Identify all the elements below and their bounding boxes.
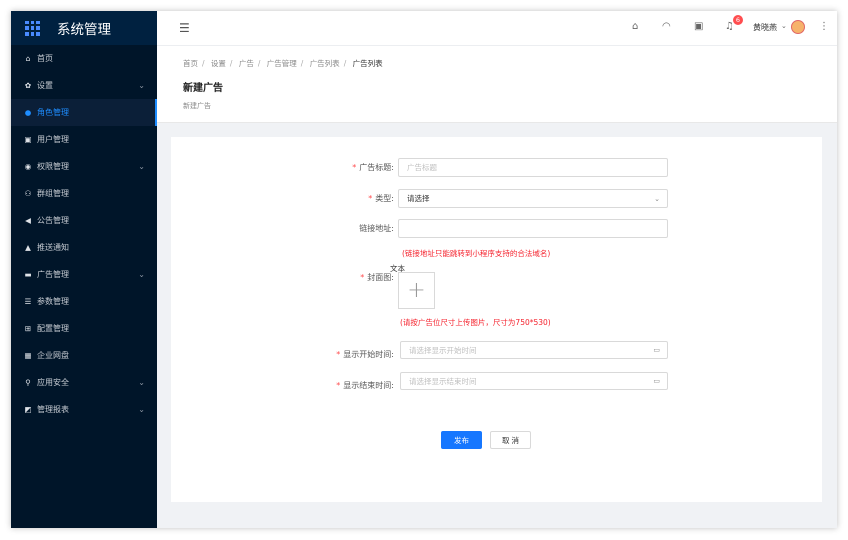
users-icon: ⚇ <box>24 189 32 198</box>
sidebar-item-label: 应用安全 <box>37 378 69 387</box>
sidebar-item-label: 企业网盘 <box>37 351 69 360</box>
apps-icon[interactable]: ▣ <box>694 21 703 32</box>
chart-icon: ◩ <box>24 405 32 414</box>
chevron-down-icon: ⌄ <box>138 378 145 387</box>
form-card: * 广告标题: 广告标题 * 类型: 请选择 ⌄ 链接地址: (链接地址只能跳转到小… <box>171 137 822 502</box>
cover-upload-button[interactable]: + <box>398 272 435 309</box>
sidebar-item[interactable]: ⌂ 首页 <box>11 45 157 72</box>
cover-hint: (请按广告位尺寸上传图片，尺寸为750*530) <box>400 318 551 327</box>
sidebar-item[interactable]: ⊞ 配置管理 <box>11 315 157 342</box>
config-icon: ⊞ <box>24 324 32 333</box>
sidebar-item-label: 用户管理 <box>37 135 69 144</box>
page-title: 新建广告 <box>183 83 223 94</box>
start-time-label: * 显示开始时间: <box>336 350 394 359</box>
ad-icon: ▬ <box>24 270 32 279</box>
title-label: * 广告标题: <box>352 163 394 172</box>
calendar-icon: ▭ <box>653 377 660 385</box>
end-time-picker[interactable]: 请选择显示结束时间 ▭ <box>400 372 668 390</box>
list-icon: ☰ <box>24 297 32 306</box>
breadcrumb-item[interactable]: 广告管理 <box>267 59 297 68</box>
sidebar-item-label: 配置管理 <box>37 324 69 333</box>
chevron-down-icon: ⌄ <box>138 270 145 279</box>
calendar-icon: ▭ <box>653 346 660 354</box>
bell-icon: ▲ <box>25 243 31 252</box>
megaphone-icon: ◀ <box>25 216 31 225</box>
sidebar-item[interactable]: ▦ 企业网盘 <box>11 342 157 369</box>
type-label: * 类型: <box>368 194 394 203</box>
sidebar-item[interactable]: ⚇ 群组管理 <box>11 180 157 207</box>
shield-check-icon: ◉ <box>24 162 32 171</box>
app-window: 系统管理 ⌂ 首页 ✿ 设置 ⌄ ● 角色管理 ▣ 用户管理 ◉ 权限管理 ⌄ ⚇ 群组管理 ◀ 公告管理 ▲ 推… <box>11 11 837 528</box>
link-input[interactable] <box>398 219 668 238</box>
link-label: 链接地址: <box>359 224 394 233</box>
breadcrumb-item[interactable]: 设置 <box>211 59 226 68</box>
chevron-down-icon[interactable]: ⌄ <box>781 22 787 30</box>
sidebar-item-label: 角色管理 <box>37 108 69 117</box>
breadcrumb-item[interactable]: 首页 <box>183 59 198 68</box>
breadcrumb-item[interactable]: 广告 <box>239 59 254 68</box>
page-header: 首页 / 设置 / 广告 / 广告管理 / 广告列表 / 广告列表 新建广告 新建广告 <box>157 46 837 123</box>
headset-icon[interactable]: ◠ <box>662 21 671 32</box>
sidebar-item[interactable]: ▬ 广告管理 ⌄ <box>11 261 157 288</box>
cover-label: * 封面图: <box>360 273 394 282</box>
avatar[interactable] <box>791 20 805 34</box>
breadcrumb: 首页 / 设置 / 广告 / 广告管理 / 广告列表 / 广告列表 <box>183 59 383 68</box>
start-time-placeholder: 请选择显示开始时间 <box>409 345 477 355</box>
plus-icon: + <box>407 278 426 303</box>
sidebar-item-label: 首页 <box>37 54 53 63</box>
sidebar-item-label: 公告管理 <box>37 216 69 225</box>
sidebar-item-label: 推送通知 <box>37 243 69 252</box>
page-subtitle: 新建广告 <box>183 102 211 110</box>
app-title: 系统管理 <box>57 22 111 38</box>
username[interactable]: 黄晓燕 <box>753 22 777 33</box>
home-icon: ⌂ <box>25 54 31 63</box>
user-circle-icon: ● <box>24 108 32 117</box>
app-grid-icon <box>25 20 40 36</box>
chevron-down-icon: ⌄ <box>654 194 660 203</box>
cancel-button[interactable]: 取 消 <box>490 431 531 449</box>
sidebar-menu: ⌂ 首页 ✿ 设置 ⌄ ● 角色管理 ▣ 用户管理 ◉ 权限管理 ⌄ ⚇ 群组管理 ◀ 公告管理 ▲ 推送通知 ▬ 广… <box>11 45 157 423</box>
chevron-down-icon: ⌄ <box>138 162 145 171</box>
ad-title-input[interactable]: 广告标题 <box>398 158 668 177</box>
end-time-placeholder: 请选择显示结束时间 <box>409 376 477 386</box>
sidebar-item-label: 参数管理 <box>37 297 69 306</box>
more-vertical-icon[interactable]: ⋮ <box>819 21 829 32</box>
sidebar-item[interactable]: ✿ 设置 ⌄ <box>11 72 157 99</box>
breadcrumb-item[interactable]: 广告列表 <box>310 59 340 68</box>
chevron-down-icon: ⌄ <box>138 81 145 90</box>
home-icon[interactable]: ⌂ <box>632 21 638 32</box>
main-area: ☰ ⌂ ◠ ▣ ♫ 6 黄晓燕 ⌄ ⋮ 首页 / 设置 / 广告 / 广告管理 / 广告… <box>157 11 837 528</box>
notification-badge: 6 <box>733 15 743 25</box>
sidebar-item[interactable]: ▣ 用户管理 <box>11 126 157 153</box>
publish-button[interactable]: 发布 <box>441 431 482 449</box>
type-select-value: 请选择 <box>407 194 430 203</box>
type-select[interactable]: 请选择 ⌄ <box>398 189 668 208</box>
sidebar-item[interactable]: ◉ 权限管理 ⌄ <box>11 153 157 180</box>
id-card-icon: ▣ <box>24 135 32 144</box>
bell-icon[interactable]: ♫ <box>725 21 734 32</box>
sidebar-item[interactable]: ● 角色管理 <box>11 99 157 126</box>
sidebar-item[interactable]: ◩ 管理报表 ⌄ <box>11 396 157 423</box>
sidebar-item-label: 广告管理 <box>37 270 69 279</box>
menu-toggle-icon[interactable]: ☰ <box>179 21 190 35</box>
sidebar-item-label: 权限管理 <box>37 162 69 171</box>
start-time-picker[interactable]: 请选择显示开始时间 ▭ <box>400 341 668 359</box>
sidebar-item[interactable]: ◀ 公告管理 <box>11 207 157 234</box>
sidebar-item-label: 群组管理 <box>37 189 69 198</box>
link-hint: (链接地址只能跳转到小程序支持的合法域名) <box>402 249 551 258</box>
end-time-label: * 显示结束时间: <box>336 381 394 390</box>
gear-icon: ✿ <box>24 81 32 90</box>
topbar: ☰ ⌂ ◠ ▣ ♫ 6 黄晓燕 ⌄ ⋮ <box>157 11 837 46</box>
sidebar-item[interactable]: ⚲ 应用安全 ⌄ <box>11 369 157 396</box>
sidebar: 系统管理 ⌂ 首页 ✿ 设置 ⌄ ● 角色管理 ▣ 用户管理 ◉ 权限管理 ⌄ ⚇ 群组管理 ◀ 公告管理 ▲ 推… <box>11 11 157 528</box>
breadcrumb-current: 广告列表 <box>352 59 383 68</box>
sidebar-item-label: 设置 <box>37 81 53 90</box>
sidebar-item[interactable]: ▲ 推送通知 <box>11 234 157 261</box>
lock-icon: ⚲ <box>25 378 31 387</box>
sidebar-item[interactable]: ☰ 参数管理 <box>11 288 157 315</box>
sidebar-item-label: 管理报表 <box>37 405 69 414</box>
brand[interactable]: 系统管理 <box>11 11 157 45</box>
grid-icon: ▦ <box>24 351 32 360</box>
chevron-down-icon: ⌄ <box>138 405 145 414</box>
